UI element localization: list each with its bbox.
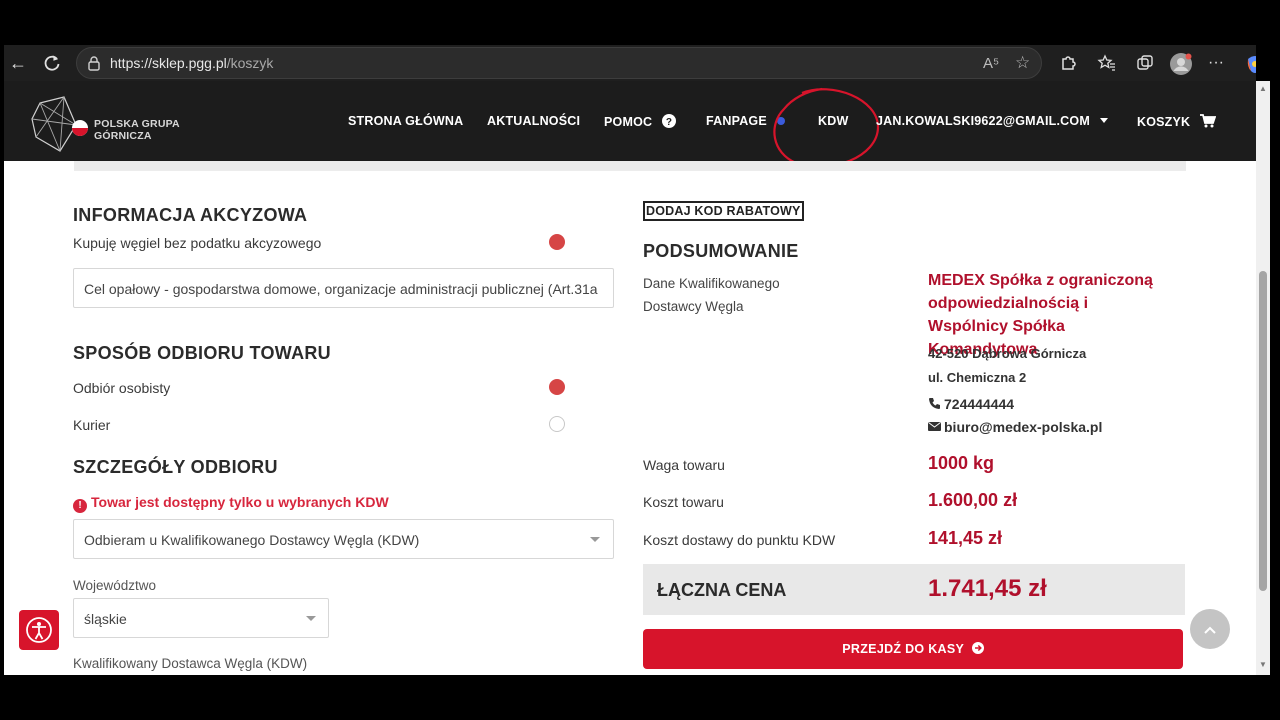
voivodeship-label: Województwo: [73, 578, 157, 593]
accessibility-icon: [26, 617, 52, 643]
scroll-up-arrow-icon[interactable]: ▲: [1259, 85, 1267, 93]
logo-text: POLSKA GRUPA GÓRNICZA: [94, 118, 180, 142]
voivodeship-select[interactable]: śląskie: [73, 598, 329, 638]
cart-page: INFORMACJA AKCYZOWA Kupuję węgiel bez po…: [4, 161, 1256, 675]
pgg-logo-icon: [31, 96, 88, 152]
more-options-icon[interactable]: ···: [1206, 53, 1226, 73]
nav-news[interactable]: AKTUALNOŚCI: [487, 114, 580, 128]
excise-purpose-input[interactable]: Cel opałowy - gospodarstwa domowe, organ…: [73, 268, 614, 308]
page-scrollbar[interactable]: ▲ ▼: [1256, 81, 1270, 675]
address-bar[interactable]: https://sklep.pgg.pl/koszyk A⁵ ☆: [76, 47, 1042, 79]
arrow-right-circle-icon: [971, 642, 984, 654]
goods-cost-label: Koszt towaru: [643, 494, 724, 510]
dealer-street: ul. Chemiczna 2: [928, 370, 1027, 385]
site-header: POLSKA GRUPA GÓRNICZA STRONA GŁÓWNA AKTU…: [4, 81, 1256, 168]
scrollbar-thumb[interactable]: [1259, 271, 1267, 591]
dealer-email[interactable]: biuro@medex-polska.pl: [928, 419, 1102, 435]
pickup-courier-label: Kurier: [73, 417, 111, 433]
kdw-label: Kwalifikowany Dostawca Węgla (KDW): [73, 656, 308, 671]
pickup-method-title: SPOSÓB ODBIORU TOWARU: [73, 343, 331, 363]
summary-title: PODSUMOWANIE: [643, 241, 799, 261]
svg-text:?: ?: [666, 117, 672, 128]
dealer-label: Dane Kwalifikowanego Dostawcy Węgla: [643, 276, 780, 314]
favorite-star-icon[interactable]: ☆: [1015, 53, 1030, 73]
scroll-to-top-button[interactable]: [1190, 609, 1230, 649]
annotation-circle: [773, 87, 880, 168]
read-aloud-icon[interactable]: A⁵: [983, 55, 999, 72]
chevron-up-icon: [1204, 626, 1216, 634]
profile-avatar-icon[interactable]: [1170, 53, 1192, 75]
back-icon[interactable]: ←: [8, 53, 28, 73]
accessibility-button[interactable]: [19, 610, 59, 650]
phone-icon: [929, 398, 940, 409]
delivery-cost-label: Koszt dostawy do punktu KDW: [643, 532, 836, 548]
exclamation-icon: !: [73, 499, 87, 513]
nav-home[interactable]: STRONA GŁÓWNA: [348, 114, 463, 128]
chevron-down-icon: [590, 537, 600, 542]
cart-icon: [1199, 114, 1217, 128]
collections-icon[interactable]: [1135, 53, 1155, 73]
help-icon: ?: [661, 114, 676, 128]
total-price-box: ŁĄCZNA CENA 1.741,45 zł: [643, 564, 1185, 615]
dealer-city: 42-520 Dąbrowa Górnicza: [928, 346, 1087, 361]
add-discount-code-button[interactable]: DODAJ KOD RABATOWY: [643, 201, 804, 221]
pickup-personal-radio[interactable]: [549, 379, 565, 395]
nav-account[interactable]: JAN.KOWALSKI9622@GMAIL.COM: [876, 114, 1108, 128]
total-price-label: ŁĄCZNA CENA: [657, 580, 787, 600]
url-text[interactable]: https://sklep.pgg.pl/koszyk: [110, 55, 273, 71]
refresh-icon[interactable]: [42, 53, 62, 73]
pickup-point-select[interactable]: Odbieram u Kwalifikowanego Dostawcy Węgl…: [73, 519, 614, 559]
pgg-logo[interactable]: POLSKA GRUPA GÓRNICZA: [30, 95, 180, 152]
excise-option-label: Kupuję węgiel bez podatku akcyzowego: [73, 235, 322, 251]
excise-title: INFORMACJA AKCYZOWA: [73, 205, 308, 225]
excise-option-radio[interactable]: [549, 234, 565, 250]
delivery-cost-value: 141,45 zł: [928, 528, 1003, 548]
pickup-personal-label: Odbiór osobisty: [73, 380, 171, 396]
weight-value: 1000 kg: [928, 453, 995, 473]
content-top-edge: [74, 161, 1186, 171]
nav-cart[interactable]: KOSZYK: [1137, 114, 1217, 129]
scroll-down-arrow-icon[interactable]: ▼: [1259, 661, 1267, 669]
nav-help[interactable]: POMOC ?: [604, 114, 676, 129]
chevron-down-icon: [306, 616, 316, 621]
weight-label: Waga towaru: [643, 457, 725, 473]
checkout-button[interactable]: PRZEJDŹ DO KASY: [643, 629, 1183, 669]
pickup-details-title: SZCZEGÓŁY ODBIORU: [73, 457, 278, 477]
total-price-value: 1.741,45 zł: [928, 575, 1047, 602]
envelope-icon: [928, 422, 941, 431]
availability-warning: ! Towar jest dostępny tylko u wybranych K…: [73, 494, 389, 513]
lock-icon[interactable]: [87, 55, 101, 71]
favorites-icon[interactable]: [1097, 53, 1117, 73]
chevron-down-icon: [1099, 118, 1108, 123]
extensions-icon[interactable]: [1058, 53, 1078, 73]
pickup-courier-radio[interactable]: [549, 416, 565, 432]
dealer-phone[interactable]: 724444444: [928, 396, 1014, 412]
browser-toolbar: ← https://sklep.pgg.pl/koszyk A⁵ ☆ ···: [4, 45, 1263, 81]
goods-cost-value: 1.600,00 zł: [928, 490, 1018, 510]
